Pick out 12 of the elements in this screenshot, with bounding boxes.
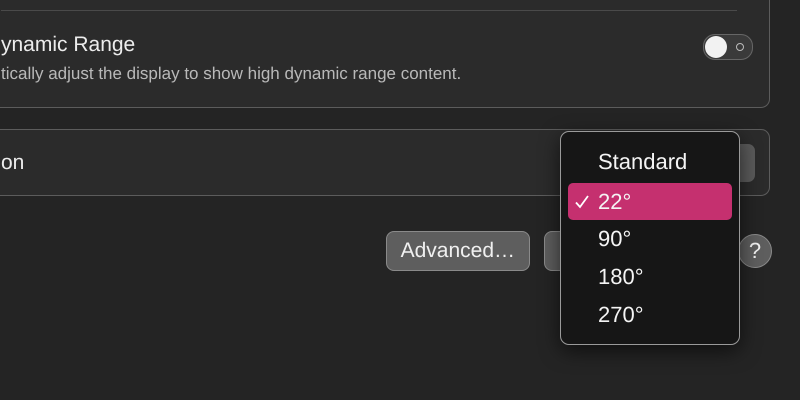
setting-description: tically adjust the display to show high dynamic range content. bbox=[1, 64, 462, 84]
advanced-button[interactable]: Advanced… bbox=[386, 231, 530, 271]
toggle-switch[interactable] bbox=[703, 34, 753, 60]
menu-item[interactable]: 22° bbox=[568, 182, 732, 220]
setting-label: on bbox=[1, 150, 24, 174]
menu-item[interactable]: 90° bbox=[568, 220, 732, 258]
menu-item[interactable]: 270° bbox=[568, 296, 732, 334]
menu-item[interactable]: 180° bbox=[568, 258, 732, 296]
setting-title: ynamic Range bbox=[1, 33, 136, 57]
checkmark-icon bbox=[574, 194, 590, 210]
menu-item[interactable]: Standard bbox=[568, 142, 732, 183]
help-button[interactable]: ? bbox=[738, 234, 772, 268]
